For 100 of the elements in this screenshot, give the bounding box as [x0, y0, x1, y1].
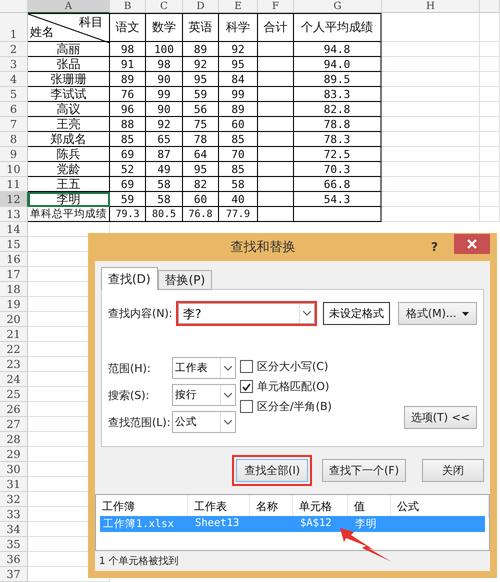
dropdown[interactable]: 公式 — [172, 411, 236, 433]
table-cell: 96 — [110, 102, 146, 117]
table-cell: 58 — [146, 192, 183, 207]
row-header[interactable]: 4 — [0, 72, 28, 87]
row-header[interactable]: 17 — [0, 267, 28, 282]
row-header[interactable]: 33 — [0, 507, 28, 522]
row-header[interactable]: 6 — [0, 102, 28, 117]
row-header[interactable]: 12 — [0, 192, 28, 207]
row-header[interactable]: 11 — [0, 177, 28, 192]
table-cell: 科学 — [219, 13, 258, 42]
table-cell: 95 — [219, 57, 258, 72]
table-cell[interactable]: 张品 — [28, 57, 110, 72]
table-cell: 65 — [146, 132, 183, 147]
dialog-button[interactable]: 查找全部(I) — [232, 455, 312, 486]
row-header[interactable]: 2 — [0, 42, 28, 57]
table-cell: 80.5 — [146, 207, 183, 222]
row-header[interactable]: 28 — [0, 432, 28, 447]
table-cell[interactable]: 陈兵 — [28, 147, 110, 162]
options-button[interactable]: 选项(T) << — [404, 406, 477, 429]
table-cell[interactable]: 王五 — [28, 177, 110, 192]
row-header[interactable]: 20 — [0, 312, 28, 327]
table-cell: 79.3 — [110, 207, 146, 222]
row-header[interactable]: 22 — [0, 342, 28, 357]
find-field[interactable]: 李? — [178, 303, 316, 324]
row-header[interactable]: 37 — [0, 567, 28, 582]
column-header[interactable]: F — [258, 0, 294, 13]
dialog-title: 查找和替换 — [230, 239, 297, 256]
row-header[interactable]: 25 — [0, 387, 28, 402]
table-cell: 语文 — [110, 13, 146, 42]
table-cell: 40 — [219, 192, 258, 207]
table-cell[interactable]: 李试试 — [28, 87, 110, 102]
table-cell[interactable]: 郑成名 — [28, 132, 110, 147]
row-header[interactable]: 24 — [0, 372, 28, 387]
table-cell[interactable]: 党龄 — [28, 162, 110, 177]
table-cell[interactable]: 张珊珊 — [28, 72, 110, 87]
table-cell: 90 — [146, 102, 183, 117]
row-header[interactable]: 32 — [0, 492, 28, 507]
dialog-button[interactable]: 查找下一个(F) — [322, 459, 406, 482]
dropdown[interactable]: 按行 — [172, 384, 236, 406]
column-header[interactable]: H — [382, 0, 480, 13]
table-cell: 94.0 — [294, 57, 382, 72]
table-cell[interactable]: 王亮 — [28, 117, 110, 132]
row-header[interactable]: 34 — [0, 522, 28, 537]
field-label: 搜索(S): — [108, 388, 150, 402]
column-header[interactable]: G — [294, 0, 382, 13]
table-cell: 78 — [183, 132, 219, 147]
table-cell: 99 — [219, 87, 258, 102]
row-header[interactable]: 26 — [0, 402, 28, 417]
table-cell[interactable]: 高议 — [28, 102, 110, 117]
row-header[interactable]: 7 — [0, 117, 28, 132]
column-header[interactable]: D — [183, 0, 219, 13]
row-header[interactable]: 1 — [0, 13, 28, 42]
column-header[interactable]: B — [110, 0, 146, 13]
table-cell: 66.8 — [294, 177, 382, 192]
tab[interactable]: 查找(D) — [101, 267, 158, 290]
row-header[interactable]: 21 — [0, 327, 28, 342]
table-cell: 95 — [183, 162, 219, 177]
row-header[interactable]: 13 — [0, 207, 28, 222]
dialog-button[interactable]: 关闭 — [422, 459, 484, 482]
row-header[interactable]: 27 — [0, 417, 28, 432]
column-header[interactable]: E — [219, 0, 258, 13]
table-cell: 单科总平均成绩 — [28, 207, 110, 222]
row-header[interactable]: 30 — [0, 462, 28, 477]
row-header[interactable]: 9 — [0, 147, 28, 162]
table-cell: 89 — [183, 42, 219, 57]
row-header[interactable]: 23 — [0, 357, 28, 372]
row-header[interactable]: 3 — [0, 57, 28, 72]
help-button[interactable]: ? — [431, 240, 438, 254]
row-header[interactable]: 8 — [0, 132, 28, 147]
row-header[interactable]: 31 — [0, 477, 28, 492]
checkbox-label: 区分全/半角(B) — [257, 399, 332, 414]
format-button[interactable]: 格式(M)... — [398, 302, 477, 325]
row-header[interactable]: 14 — [0, 222, 28, 237]
row-header[interactable]: 35 — [0, 537, 28, 552]
table-cell: 78.8 — [294, 117, 382, 132]
dropdown[interactable]: 工作表 — [172, 357, 236, 379]
table-cell: 90 — [146, 72, 183, 87]
column-header[interactable]: C — [146, 0, 183, 13]
table-cell: 92 — [219, 42, 258, 57]
list-cell-text: 李明 — [354, 517, 378, 532]
table-cell: 52 — [110, 162, 146, 177]
table-cell[interactable]: 高丽 — [28, 42, 110, 57]
row-header[interactable]: 18 — [0, 282, 28, 297]
row-header[interactable]: 19 — [0, 297, 28, 312]
row-header[interactable]: 16 — [0, 252, 28, 267]
table-cell: 59 — [183, 87, 219, 102]
table-cell: 82 — [183, 177, 219, 192]
row-header[interactable]: 5 — [0, 87, 28, 102]
table-cell: 83.3 — [294, 87, 382, 102]
row-header[interactable]: 15 — [0, 237, 28, 252]
table-cell: 58 — [219, 177, 258, 192]
table-cell: 100 — [146, 42, 183, 57]
row-header[interactable]: 10 — [0, 162, 28, 177]
table-cell: 69 — [110, 177, 146, 192]
row-header[interactable]: 29 — [0, 447, 28, 462]
table-cell: 56 — [183, 102, 219, 117]
table-cell: 77.9 — [219, 207, 258, 222]
row-header[interactable]: 36 — [0, 552, 28, 567]
tab[interactable]: 替换(P) — [158, 270, 212, 290]
column-header[interactable]: A — [28, 0, 110, 13]
